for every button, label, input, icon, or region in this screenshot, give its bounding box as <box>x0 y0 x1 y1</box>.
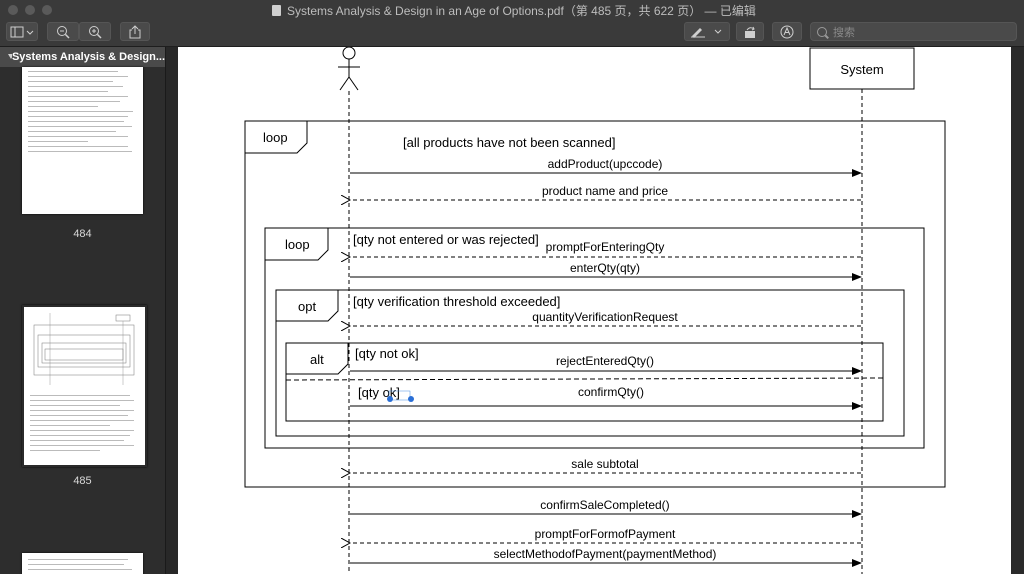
document-view[interactable]: System loop [all products have not been … <box>166 47 1024 574</box>
msg-sale-subtotal: sale subtotal <box>571 457 638 471</box>
page-thumbnail-485[interactable] <box>22 305 147 467</box>
opt-guard: [qty verification threshold exceeded] <box>353 294 560 309</box>
msg-reject-qty: rejectEnteredQty() <box>556 354 654 368</box>
actor-stick-figure <box>338 47 360 91</box>
search-field[interactable]: 搜索 <box>810 22 1017 41</box>
page-thumbnail-486[interactable] <box>22 553 143 574</box>
markup-button[interactable] <box>684 22 730 41</box>
zoom-out-button[interactable] <box>47 22 79 41</box>
window-title: Systems Analysis & Design in an Age of O… <box>287 3 756 18</box>
thumbnail-sidebar: Systems Analysis & Design... 484 485 <box>0 47 166 574</box>
alt-keyword: alt <box>310 352 324 367</box>
msg-confirm-qty: confirmQty() <box>578 385 644 399</box>
page-label-485: 485 <box>73 475 92 487</box>
loop-outer-keyword: loop <box>263 130 288 145</box>
zoom-in-icon <box>89 25 102 39</box>
selection-handle-start[interactable] <box>387 396 393 402</box>
share-icon <box>129 24 141 38</box>
search-icon <box>817 26 827 37</box>
loop-inner-keyword: loop <box>285 237 310 252</box>
msg-prompt-payment: promptForFormofPayment <box>535 527 676 541</box>
loop-fragment-outer <box>244 120 946 488</box>
page-thumbnail-484[interactable] <box>22 67 143 214</box>
msg-quantity-verification: quantityVerificationRequest <box>532 310 678 324</box>
sidebar-toggle-button[interactable] <box>6 22 38 41</box>
minimize-window-button[interactable] <box>25 5 35 15</box>
loop-outer-guard: [all products have not been scanned] <box>403 135 615 150</box>
zoom-in-button[interactable] <box>79 22 111 41</box>
page-label-484: 484 <box>73 228 92 240</box>
annotate-icon <box>780 25 794 38</box>
annotate-button[interactable] <box>772 22 802 41</box>
msg-add-product: addProduct(upccode) <box>548 157 663 171</box>
search-placeholder: 搜索 <box>833 26 855 39</box>
system-participant-label: System <box>840 62 883 77</box>
diagram-thumbnail <box>33 313 135 385</box>
vertical-scrollbar[interactable] <box>1012 47 1024 574</box>
pen-icon <box>691 27 722 38</box>
msg-confirm-sale: confirmSaleCompleted() <box>540 498 669 512</box>
sequence-diagram: System loop [all products have not been … <box>244 47 946 574</box>
msg-enter-qty: enterQty(qty) <box>570 261 640 275</box>
alt-divider <box>285 377 886 381</box>
disclosure-triangle-icon[interactable] <box>0 51 12 63</box>
zoom-window-button[interactable] <box>42 5 52 15</box>
opt-keyword: opt <box>298 299 316 314</box>
alt-guard-ok: [qty ok] <box>358 385 400 400</box>
close-window-button[interactable] <box>8 5 18 15</box>
msg-prompt-qty: promptForEnteringQty <box>546 240 665 254</box>
share-button[interactable] <box>120 22 150 41</box>
rotate-icon <box>745 26 755 38</box>
selection-handle-end[interactable] <box>408 396 414 402</box>
msg-select-payment: selectMethodofPayment(paymentMethod) <box>494 547 717 561</box>
alt-guard-not-ok: [qty not ok] <box>355 346 419 361</box>
loop-inner-guard: [qty not entered or was rejected] <box>353 232 539 247</box>
sidebar-document-title: Systems Analysis & Design... <box>11 51 165 63</box>
title-bar: Systems Analysis & Design in an Age of O… <box>0 0 1024 21</box>
sidebar-header[interactable]: Systems Analysis & Design... <box>0 47 165 67</box>
zoom-out-icon <box>57 25 70 39</box>
rotate-button[interactable] <box>736 22 764 41</box>
sidebar-icon <box>10 26 34 37</box>
document-icon <box>272 4 281 16</box>
pdf-page: System loop [all products have not been … <box>178 47 1011 574</box>
msg-product-name-price: product name and price <box>542 184 668 198</box>
